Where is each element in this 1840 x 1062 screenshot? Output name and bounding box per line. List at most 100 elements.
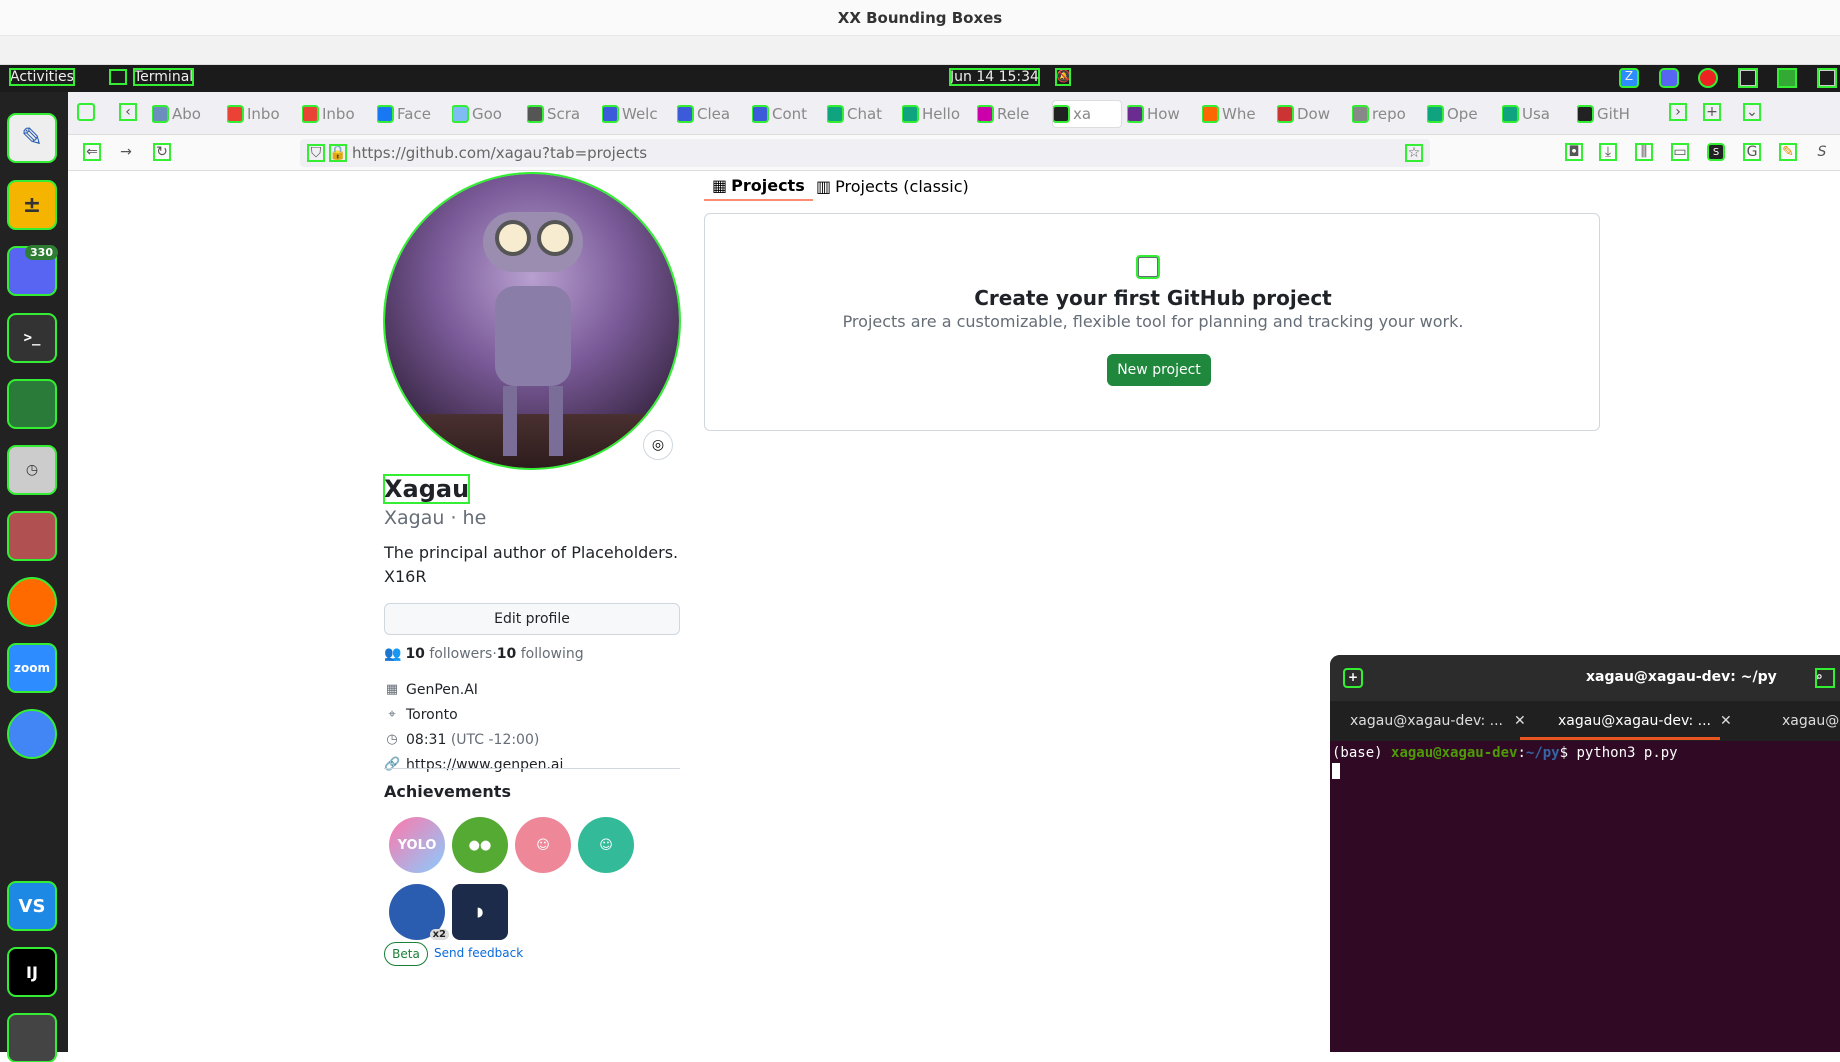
achievement-pair-badge[interactable]: ●● <box>452 817 508 873</box>
browser-tab[interactable]: How <box>1127 100 1195 128</box>
browser-tab[interactable]: Scra <box>527 100 595 128</box>
extension-s-icon[interactable]: S <box>1707 143 1725 161</box>
reload-icon[interactable]: ↻ <box>153 143 171 161</box>
tab-label: GitH <box>1597 105 1630 123</box>
discord-tray-icon[interactable] <box>1659 68 1679 88</box>
calculator-icon[interactable]: ± <box>7 180 57 230</box>
achievement-quickdraw-badge[interactable]: ☺ <box>515 817 571 873</box>
zoom-icon[interactable]: zoom <box>7 643 57 693</box>
terminal-icon[interactable]: >_ <box>7 313 57 363</box>
vpn-tray-icon[interactable] <box>1777 68 1797 88</box>
active-app-label[interactable]: Terminal <box>132 68 195 86</box>
tab-label: Abo <box>172 105 201 123</box>
achievement-arctic-badge[interactable]: ◗ <box>452 884 508 940</box>
building-icon: ▦ <box>385 682 399 697</box>
url-text[interactable]: https://github.com/xagau?tab=projects <box>352 144 647 162</box>
profile-avatar[interactable] <box>383 172 681 470</box>
blankslate-title: Create your first GitHub project <box>974 286 1332 310</box>
tab-label: Dow <box>1297 105 1330 123</box>
browser-tab[interactable]: Chat <box>827 100 895 128</box>
pocket-icon[interactable]: ◘ <box>1565 143 1583 161</box>
zoom-tray-icon[interactable]: Z <box>1619 68 1639 88</box>
browser-tab[interactable]: Abo <box>152 100 220 128</box>
close-icon[interactable]: ✕ <box>1720 713 1732 729</box>
close-icon[interactable]: ✕ <box>1514 713 1526 729</box>
followers-link[interactable]: followers <box>429 646 492 662</box>
achievement-starstruck-badge[interactable]: ☺ <box>578 817 634 873</box>
tab-list-icon[interactable]: ⌄ <box>1743 103 1761 121</box>
sidebar-icon[interactable]: ▭ <box>1671 143 1689 161</box>
send-feedback-link[interactable]: Send feedback <box>434 946 523 960</box>
company[interactable]: GenPen.AI <box>406 682 478 698</box>
search-icon[interactable]: ⌕ <box>1815 668 1835 688</box>
terminal-tab-3[interactable]: xagau@x <box>1782 713 1840 729</box>
chrome-icon[interactable] <box>7 709 57 759</box>
following-count[interactable]: 10 <box>497 646 516 662</box>
shield-icon[interactable]: ⛉ <box>307 144 325 162</box>
browser-tab[interactable]: Goo <box>452 100 520 128</box>
network-tray-icon[interactable] <box>1817 68 1837 88</box>
browser-tab[interactable]: Hello <box>902 100 970 128</box>
tab-projects[interactable]: ▦ Projects <box>704 171 813 201</box>
forward-icon[interactable]: → <box>118 144 134 160</box>
notification-muted-icon[interactable]: 🔕 <box>1055 68 1071 86</box>
browser-tab[interactable]: Inbo <box>227 100 295 128</box>
terminal-tab-1[interactable]: xagau@xagau-dev: ... <box>1350 713 1503 729</box>
browser-tab[interactable]: Whe <box>1202 100 1270 128</box>
browser-tab[interactable]: Ope <box>1427 100 1495 128</box>
extension-s2-icon[interactable]: S <box>1814 144 1830 160</box>
browser-tab[interactable]: Clea <box>677 100 745 128</box>
stop-tray-icon[interactable] <box>1698 68 1718 88</box>
new-project-button[interactable]: New project <box>1107 354 1211 386</box>
firefox-icon[interactable] <box>7 577 57 627</box>
intellij-icon[interactable]: IJ <box>7 947 57 997</box>
remote-desktop-icon[interactable] <box>7 379 57 429</box>
grid-tray-icon[interactable] <box>1738 68 1758 88</box>
tab-scroll-left-icon[interactable]: ‹ <box>119 103 137 121</box>
achievements-title[interactable]: Achievements <box>384 782 511 801</box>
browser-tab[interactable]: Dow <box>1277 100 1345 128</box>
extension-g-icon[interactable]: G <box>1743 143 1761 161</box>
activities-button[interactable]: Activities <box>9 68 75 86</box>
browser-tab[interactable]: Cont <box>752 100 820 128</box>
website-link[interactable]: https://www.genpen.ai <box>406 757 563 773</box>
edit-profile-button[interactable]: Edit profile <box>384 603 680 635</box>
status-emoji-icon[interactable]: ◎ <box>643 430 673 460</box>
back-icon[interactable]: ⇐ <box>83 143 101 161</box>
achievement-shark-badge[interactable]: x2 <box>389 884 449 940</box>
prompt-user: xagau@xagau-dev <box>1391 745 1518 761</box>
new-terminal-tab-icon[interactable]: + <box>1343 668 1363 688</box>
browser-tab[interactable]: Face <box>377 100 445 128</box>
browser-tab[interactable]: Welc <box>602 100 670 128</box>
browser-tab[interactable]: repo <box>1352 100 1420 128</box>
browser-tab[interactable]: Inbo <box>302 100 370 128</box>
new-tab-icon[interactable]: + <box>1703 103 1721 121</box>
url-bar[interactable]: ⛉ 🔒 https://github.com/xagau?tab=project… <box>300 139 1430 167</box>
bookmark-star-icon[interactable]: ☆ <box>1405 144 1423 162</box>
browser-tab[interactable]: Rele <box>977 100 1045 128</box>
downloads-icon[interactable]: ⤓ <box>1599 143 1617 161</box>
lock-icon[interactable]: 🔒 <box>329 144 347 162</box>
files-icon[interactable] <box>7 511 57 561</box>
tab-scroll-right-icon[interactable]: › <box>1669 103 1687 121</box>
browser-tab[interactable]: xa <box>1052 100 1122 128</box>
library-icon[interactable]: ⫼ <box>1635 143 1653 161</box>
following-link[interactable]: following <box>521 646 584 662</box>
text-editor-icon[interactable]: ✎ <box>7 113 57 163</box>
vscode-icon[interactable]: VS <box>7 881 57 931</box>
usb-creator-icon[interactable] <box>7 1013 57 1062</box>
terminal-output[interactable]: (base) xagau@xagau-dev:~/py$ python3 p.p… <box>1330 741 1840 1052</box>
tab-projects-classic[interactable]: ▥ Projects (classic) <box>808 171 977 201</box>
achievement-yolo-badge[interactable]: YOLO <box>389 817 445 873</box>
followers-count[interactable]: 10 <box>405 646 424 662</box>
extension-pen-icon[interactable]: ✎ <box>1779 143 1797 161</box>
terminal-tab-2[interactable]: xagau@xagau-dev: ... <box>1558 713 1711 729</box>
discord-icon[interactable]: 330 <box>7 245 58 296</box>
browser-tab[interactable]: GitH <box>1577 100 1645 128</box>
table-icon <box>1136 255 1160 279</box>
clock[interactable]: Jun 14 15:34 <box>949 68 1040 86</box>
tab-overview-icon[interactable] <box>77 103 95 121</box>
browser-tab[interactable]: Usa <box>1502 100 1570 128</box>
terminal-command: $ python3 p.py <box>1559 745 1678 761</box>
screenshot-icon[interactable]: ◷ <box>7 445 57 495</box>
